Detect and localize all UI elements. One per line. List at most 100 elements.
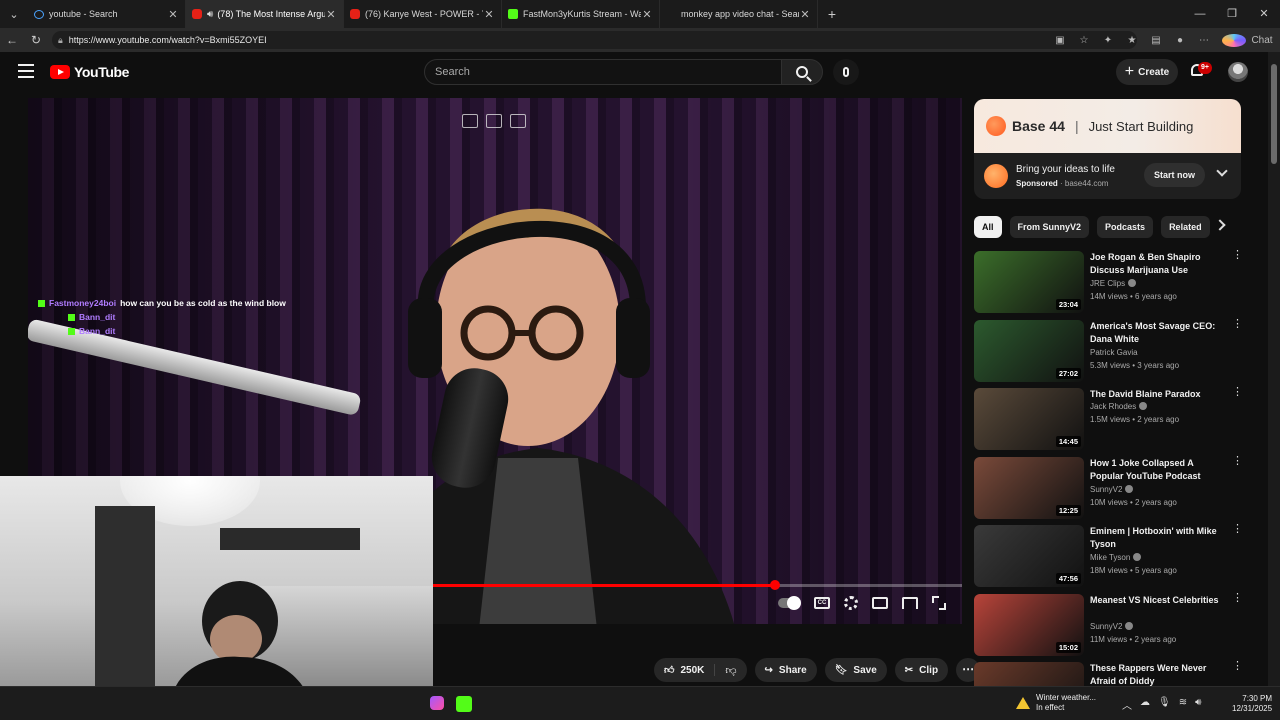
more-options-icon[interactable]: ⋮	[1232, 319, 1243, 330]
url-field[interactable]: 🔒︎ https://www.youtube.com/watch?v=Bxmi5…	[52, 31, 1137, 49]
video-thumbnail[interactable]: 27:02	[974, 320, 1084, 382]
ad-banner[interactable]: Base 44 | Just Start Building	[974, 99, 1241, 153]
ad-cta-button[interactable]: Start now	[1144, 163, 1206, 187]
like-button[interactable]: 👍︎ 250K	[654, 664, 716, 676]
close-window-icon[interactable]: ✕	[1248, 0, 1280, 28]
speaker-icon[interactable]: 🔊︎	[207, 9, 213, 20]
youtube-logo[interactable]: YouTube	[50, 64, 129, 80]
more-options-icon[interactable]: ⋮	[1232, 456, 1243, 467]
autoplay-toggle-icon[interactable]	[778, 596, 801, 610]
reader-icon[interactable]: ▣	[1048, 35, 1072, 46]
scrollbar-thumb[interactable]	[1271, 64, 1277, 164]
tab-monkey-search[interactable]: monkey app video chat - Search ✕	[660, 0, 818, 28]
chevron-down-icon[interactable]	[1216, 165, 1228, 177]
close-icon[interactable]: ✕	[641, 8, 653, 21]
more-options-icon[interactable]: ⋮	[1232, 250, 1243, 261]
video-title[interactable]: America's Most Savage CEO: Dana White	[1090, 320, 1220, 346]
video-title[interactable]: These Rappers Were Never Afraid of Diddy	[1090, 662, 1220, 688]
channel-name[interactable]: Mike Tyson	[1090, 553, 1220, 562]
search-input[interactable]: Search	[424, 59, 782, 85]
extensions-icon[interactable]: ✦	[1096, 35, 1120, 46]
chip-from-channel[interactable]: From SunnyV2	[1009, 216, 1090, 238]
channel-name[interactable]: SunnyV2	[1090, 622, 1220, 631]
channel-name[interactable]: Patrick Gavia	[1090, 348, 1220, 357]
more-options-icon[interactable]: ⋮	[1232, 387, 1243, 398]
video-title[interactable]: How 1 Joke Collapsed A Popular YouTube P…	[1090, 457, 1220, 483]
recommendation-item[interactable]: 27:02 America's Most Savage CEO: Dana Whi…	[974, 319, 1244, 382]
video-title[interactable]: Meanest VS Nicest Celebrities	[1090, 594, 1220, 607]
tab-actions-icon[interactable]: ⌄	[0, 0, 28, 28]
video-thumbnail[interactable]: 23:04	[974, 251, 1084, 313]
favorite-star-icon[interactable]: ☆	[1072, 35, 1096, 46]
minimize-icon[interactable]: —	[1184, 0, 1216, 28]
recommendation-item[interactable]: 12:25 How 1 Joke Collapsed A Popular YouT…	[974, 456, 1244, 519]
close-icon[interactable]: ✕	[325, 8, 337, 21]
recommendation-item[interactable]: 15:02 Meanest VS Nicest Celebrities SunnyV…	[974, 593, 1244, 656]
chip-all[interactable]: All	[974, 216, 1002, 238]
restore-icon[interactable]: ❐	[1216, 0, 1248, 28]
channel-name[interactable]: SunnyV2	[1090, 485, 1220, 494]
dislike-button[interactable]: 👎︎	[715, 664, 746, 677]
recommendation-item[interactable]: 14:45 The David Blaine Paradox Jack Rhodes…	[974, 387, 1244, 450]
save-button[interactable]: 🔖︎ Save	[824, 658, 887, 682]
notes-icon[interactable]	[510, 114, 526, 128]
volume-icon[interactable]: 🔊︎	[1195, 697, 1201, 712]
taskbar-kick-icon[interactable]	[456, 696, 472, 712]
share-button[interactable]: ↪ Share	[754, 658, 817, 682]
system-clock[interactable]: 7:30 PM 12/31/2025	[1232, 694, 1272, 714]
profile-icon[interactable]: ●	[1168, 35, 1192, 46]
menu-icon[interactable]	[18, 64, 34, 78]
settings-gear-icon[interactable]	[844, 596, 858, 610]
weather-widget[interactable]: Winter weather... In effect	[1016, 693, 1096, 713]
tab-current-video[interactable]: 🔊︎ (78) The Most Intense Argum ✕	[186, 0, 344, 28]
screenshot-icon[interactable]	[462, 114, 478, 128]
clip-button[interactable]: ✂ Clip	[894, 658, 949, 682]
pip-icon[interactable]	[486, 114, 502, 128]
refresh-icon[interactable]: ↻	[24, 33, 48, 47]
recommendation-item[interactable]: 47:56 Eminem | Hotboxin' with Mike Tyson M…	[974, 524, 1244, 587]
taskbar-app-icon[interactable]	[430, 696, 444, 710]
more-icon[interactable]: ⋯	[1192, 35, 1216, 46]
captions-icon[interactable]: CC	[814, 597, 830, 609]
copilot-chat-button[interactable]: Chat	[1216, 33, 1280, 47]
video-title[interactable]: Eminem | Hotboxin' with Mike Tyson	[1090, 525, 1220, 551]
video-thumbnail[interactable]: 14:45	[974, 388, 1084, 450]
chevron-up-icon[interactable]: ︿	[1122, 697, 1132, 712]
close-icon[interactable]: ✕	[483, 8, 495, 21]
chip-related[interactable]: Related	[1161, 216, 1210, 238]
back-icon[interactable]: ←	[0, 33, 24, 47]
new-tab-button[interactable]: +	[818, 6, 846, 22]
ad-card[interactable]: Bring your ideas to life Sponsored · bas…	[974, 153, 1241, 199]
search-button[interactable]	[781, 59, 823, 85]
more-options-icon[interactable]: ⋮	[1232, 661, 1243, 672]
chevron-right-icon[interactable]	[1214, 219, 1226, 231]
video-thumbnail[interactable]: 15:02	[974, 594, 1084, 656]
chip-podcasts[interactable]: Podcasts	[1097, 216, 1154, 238]
mic-tray-icon[interactable]: 🎙︎	[1158, 697, 1171, 712]
tab-kanye-video[interactable]: (76) Kanye West - POWER - YouTu ✕	[344, 0, 502, 28]
tab-kick-stream[interactable]: FastMon3yKurtis Stream - Watch l ✕	[502, 0, 660, 28]
more-options-icon[interactable]: ⋮	[1232, 593, 1243, 604]
video-title[interactable]: Joe Rogan & Ben Shapiro Discuss Marijuan…	[1090, 251, 1220, 277]
close-icon[interactable]: ✕	[799, 8, 811, 21]
create-button[interactable]: + Create	[1116, 59, 1178, 85]
page-scrollbar[interactable]	[1268, 52, 1280, 686]
video-thumbnail[interactable]: 47:56	[974, 525, 1084, 587]
close-icon[interactable]: ✕	[167, 8, 179, 21]
cast-icon[interactable]	[902, 597, 918, 609]
video-thumbnail[interactable]: 12:25	[974, 457, 1084, 519]
recommendation-item[interactable]: 23:04 Joe Rogan & Ben Shapiro Discuss Mar…	[974, 250, 1244, 313]
account-avatar[interactable]	[1228, 62, 1248, 82]
wifi-icon[interactable]: ≋	[1179, 697, 1187, 712]
collections-icon[interactable]: ▤	[1144, 35, 1168, 46]
channel-name[interactable]: JRE Clips	[1090, 279, 1220, 288]
cloud-icon[interactable]: ☁	[1140, 697, 1150, 712]
fullscreen-icon[interactable]	[932, 596, 946, 610]
theater-mode-icon[interactable]	[872, 597, 888, 609]
video-title[interactable]: The David Blaine Paradox	[1090, 388, 1220, 401]
tab-youtube-search[interactable]: youtube - Search ✕	[28, 0, 186, 28]
channel-name[interactable]: Jack Rhodes	[1090, 402, 1220, 411]
more-options-icon[interactable]: ⋮	[1232, 524, 1243, 535]
favorites-icon[interactable]: ★	[1120, 35, 1144, 46]
voice-search-button[interactable]	[833, 59, 859, 85]
